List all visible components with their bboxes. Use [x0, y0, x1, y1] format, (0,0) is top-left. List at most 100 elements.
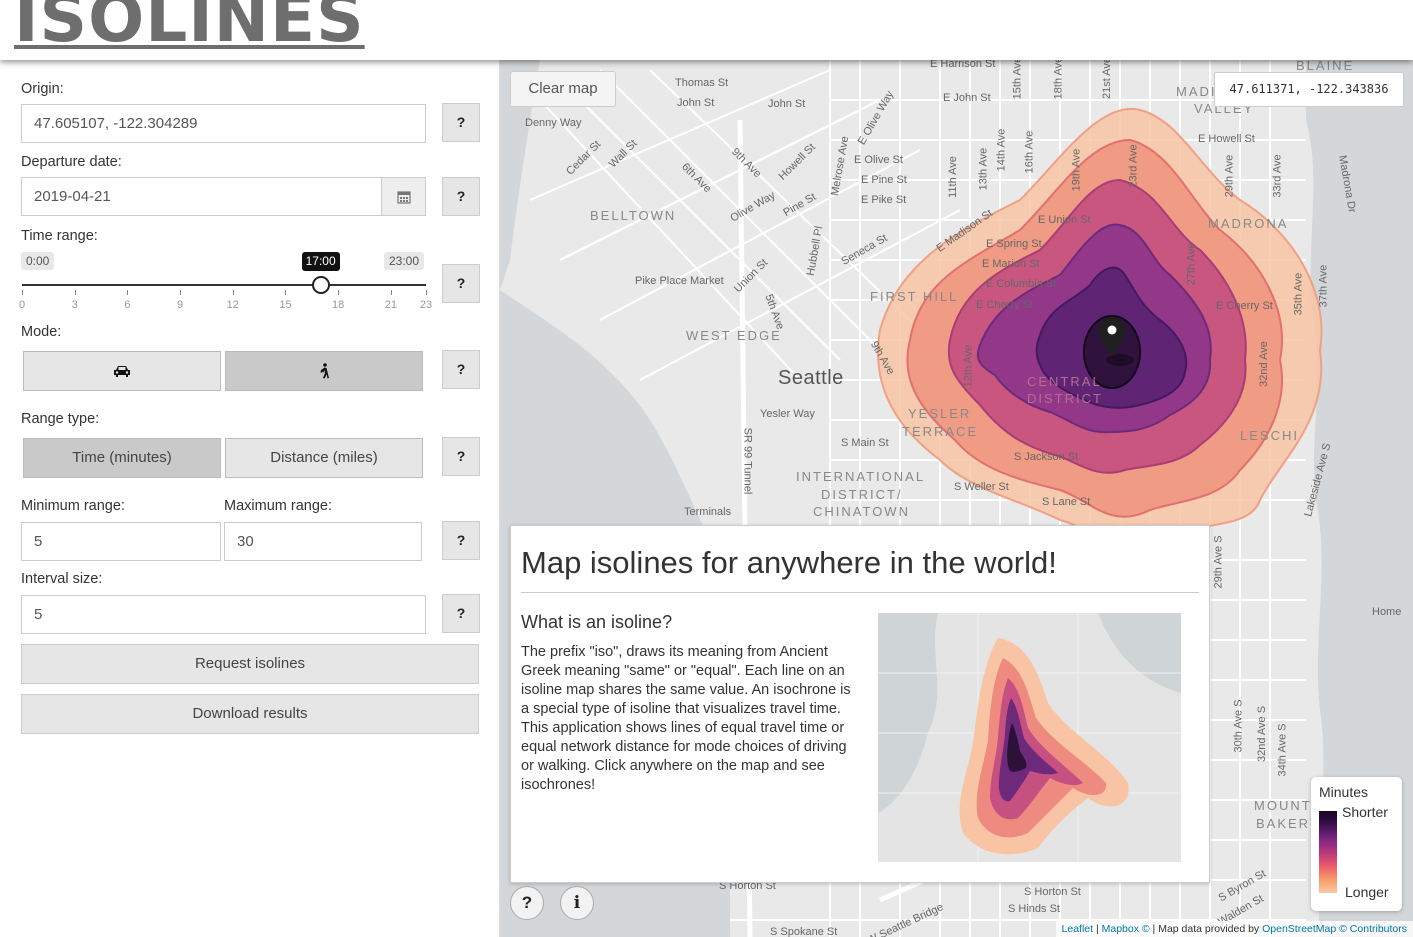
mapbox-link[interactable]: Mapbox ©: [1102, 923, 1150, 935]
district-label: MADRONA: [1208, 216, 1289, 231]
info-round-button[interactable]: i: [560, 886, 594, 920]
time-slider-track[interactable]: [22, 284, 426, 286]
range-help-button[interactable]: ?: [442, 521, 480, 560]
street-label: 37th Ave: [1317, 264, 1330, 308]
interval-help-button[interactable]: ?: [442, 594, 480, 633]
osm-link[interactable]: OpenStreetMap © Contributors: [1262, 923, 1407, 935]
slider-tick: [180, 290, 182, 295]
interval-input[interactable]: 5: [21, 595, 426, 634]
street-label: Home: [1372, 606, 1402, 618]
map-attribution: Leaflet | Mapbox © | Map data provided b…: [1055, 921, 1413, 937]
street-label: 32nd Ave: [1257, 341, 1270, 387]
cursor-coordinates: 47.611371, -122.343836: [1214, 72, 1404, 107]
slider-tick: [127, 290, 129, 295]
slider-tick: [338, 290, 340, 295]
street-label: 34th Ave S: [1276, 723, 1289, 777]
map-view[interactable]: BELLTOWN FIRST HILL WEST EDGE YESLER TER…: [500, 60, 1413, 937]
legend: Minutes Shorter Longer: [1311, 777, 1402, 911]
interval-label: Interval size:: [21, 571, 103, 587]
info-panel: Map isolines for anywhere in the world! …: [510, 525, 1210, 883]
min-range-input[interactable]: 5: [21, 522, 221, 561]
legend-bottom-label: Longer: [1345, 884, 1389, 900]
district-label: TERRACE: [902, 424, 979, 439]
street-label: 19th Ave: [1070, 148, 1083, 192]
app-header: ISOLINES: [0, 0, 1413, 60]
time-range-label: Time range:: [21, 228, 98, 244]
slider-tick-label: 3: [71, 299, 78, 311]
district-label: INTERNATIONAL: [796, 469, 926, 484]
district-label: BELLTOWN: [590, 208, 677, 223]
street-label: S Jackson St: [1014, 451, 1079, 463]
slider-tick-label: 15: [279, 299, 292, 311]
district-label: FIRST HILL: [870, 289, 959, 304]
district-label: BAKER: [1256, 816, 1311, 831]
district-label: LESCHI: [1240, 428, 1299, 443]
calendar-icon: [396, 191, 411, 204]
street-label: E Harrison St: [930, 60, 996, 70]
slider-tick-label: 0: [18, 299, 26, 311]
street-label: 16th Ave: [1023, 130, 1036, 174]
district-label: DISTRICT/: [821, 487, 903, 502]
help-round-button[interactable]: ?: [510, 886, 544, 920]
street-label: John St: [768, 98, 806, 110]
street-label: 29th Ave: [1223, 154, 1236, 198]
range-type-time-button[interactable]: Time (minutes): [23, 438, 221, 478]
slider-tick: [285, 290, 287, 295]
max-range-label: Maximum range:: [224, 498, 332, 514]
district-label: DISTRICT: [1027, 391, 1103, 406]
slider-tick-label: 23: [419, 299, 433, 311]
street-label: E Cherry St: [1216, 300, 1273, 312]
range-type-label: Range type:: [21, 411, 100, 427]
time-slider-handle[interactable]: [311, 276, 330, 294]
slider-tick: [390, 290, 392, 295]
car-icon: [114, 366, 130, 378]
street-label: John St: [677, 97, 715, 109]
max-range-input[interactable]: 30: [224, 522, 422, 561]
origin-input[interactable]: 47.605107, -122.304289: [21, 104, 426, 143]
street-label: 11th Ave: [946, 156, 959, 198]
slider-min-label: 0:00: [21, 252, 55, 270]
walking-person-icon: [320, 363, 329, 379]
isochrone-example-image: [878, 613, 1181, 862]
city-label: Seattle: [778, 367, 844, 389]
leaflet-link[interactable]: Leaflet: [1062, 923, 1094, 935]
departure-help-button[interactable]: ?: [442, 177, 480, 216]
slider-tick-label: 6: [124, 299, 131, 311]
mode-walking-button[interactable]: [225, 351, 423, 391]
street-label: 35th Ave: [1292, 272, 1305, 316]
slider-tick: [74, 290, 76, 295]
range-type-help-button[interactable]: ?: [442, 437, 480, 476]
street-label: E Union St: [1038, 214, 1091, 226]
street-label: SR 99 Tunnel: [741, 427, 754, 495]
street-label: E Howell St: [1198, 133, 1255, 145]
control-sidebar: Origin: 47.605107, -122.304289 ? Departu…: [0, 60, 500, 937]
street-label: Yesler Way: [760, 408, 815, 420]
request-isolines-button[interactable]: Request isolines: [21, 644, 479, 684]
slider-max-label: 23:00: [384, 252, 425, 270]
slider-value-label: 17:00: [301, 252, 340, 271]
street-label: E Spring St: [986, 238, 1042, 250]
street-label: E Cherry St: [976, 299, 1033, 311]
street-label: 23rd Ave: [1127, 144, 1140, 188]
origin-help-button[interactable]: ?: [442, 103, 480, 142]
departure-date-input[interactable]: 2019-04-21: [21, 177, 382, 216]
clear-map-button[interactable]: Clear map: [510, 71, 616, 107]
street-label: S Hinds St: [1008, 903, 1060, 915]
street-label: 21st Ave: [1101, 60, 1113, 99]
download-results-button[interactable]: Download results: [21, 694, 479, 734]
street-label: S Horton St: [1024, 886, 1081, 898]
range-type-distance-button[interactable]: Distance (miles): [225, 438, 423, 478]
slider-tick-label: 12: [226, 299, 239, 311]
street-label: S Main St: [841, 437, 889, 449]
mode-help-button[interactable]: ?: [442, 350, 480, 389]
slider-tick: [22, 290, 23, 295]
calendar-button[interactable]: [381, 177, 426, 216]
mode-label: Mode:: [21, 324, 62, 340]
info-divider: [521, 592, 1199, 593]
street-label: 14th Ave: [995, 128, 1008, 172]
district-label: WEST EDGE: [686, 328, 782, 343]
time-range-help-button[interactable]: ?: [442, 264, 480, 303]
street-label: Thomas St: [675, 77, 729, 89]
mode-driving-button[interactable]: [23, 351, 221, 391]
street-label: E Columbia St: [986, 278, 1057, 290]
